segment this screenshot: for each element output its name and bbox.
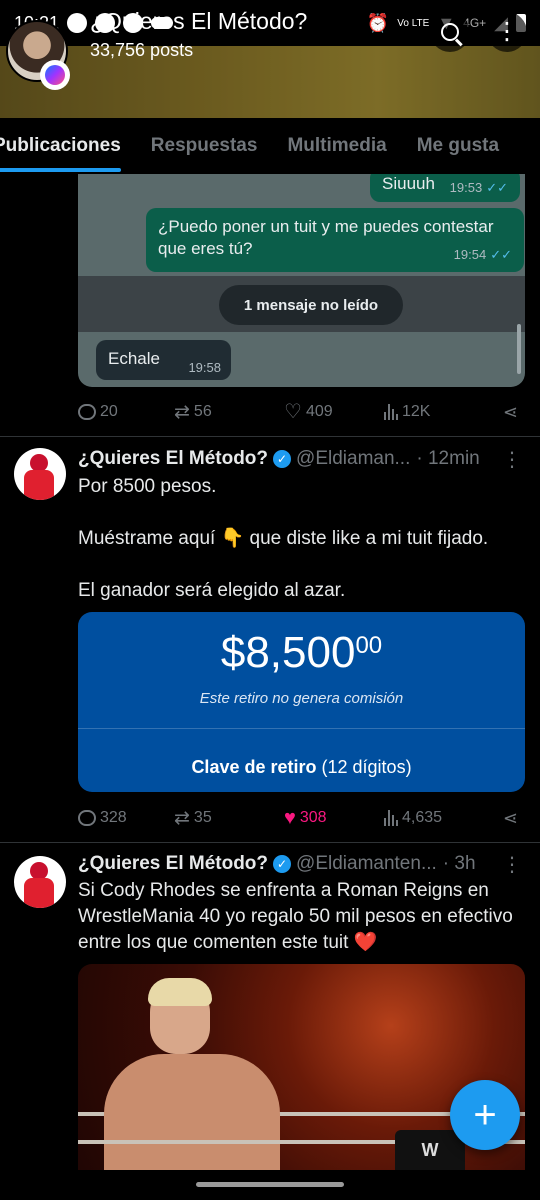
tweet-handle[interactable]: @Eldiamanten... bbox=[296, 853, 437, 875]
tweet-author-name[interactable]: ¿Quieres El Método? bbox=[78, 853, 268, 875]
views-button[interactable]: 4,635 bbox=[384, 809, 488, 827]
withdrawal-amount: $8,50000 bbox=[220, 628, 383, 677]
post-count: 33,756 posts bbox=[90, 40, 194, 60]
volte-icon: Vo LTE bbox=[397, 17, 430, 29]
views-icon bbox=[384, 810, 398, 826]
share-button[interactable]: ⋖ bbox=[503, 402, 518, 423]
tab-publicaciones[interactable]: Publicaciones bbox=[0, 118, 136, 174]
share-icon: ⋖ bbox=[502, 807, 518, 828]
tweet-text: Muéstrame aquí 👇 que diste like a mi tui… bbox=[78, 528, 489, 549]
reply-button[interactable]: 328 bbox=[78, 809, 174, 827]
tweet-header: ¿Quieres El Método? ✓ @Eldiaman... · 12m… bbox=[78, 446, 528, 472]
like-button[interactable]: ♥ 308 bbox=[284, 808, 384, 828]
reply-icon bbox=[78, 404, 96, 420]
views-button[interactable]: 12K bbox=[384, 403, 488, 421]
profile-title: ¿Quieres El Método? bbox=[90, 8, 308, 34]
views-icon bbox=[384, 404, 398, 420]
tweet-header: ¿Quieres El Método? ✓ @Eldiamanten... · … bbox=[78, 851, 528, 877]
wrestler-body bbox=[104, 1054, 280, 1170]
verified-icon: ✓ bbox=[273, 855, 292, 873]
tab-me-gusta[interactable]: Me gusta bbox=[402, 118, 514, 174]
verified-icon: ✓ bbox=[273, 450, 292, 468]
unread-label: 1 mensaje no leído bbox=[219, 285, 403, 325]
wwe-logo: W bbox=[395, 1130, 465, 1170]
unread-band: 1 mensaje no leído bbox=[78, 276, 525, 332]
tweet-image-withdrawal-card[interactable]: $8,50000 Este retiro no genera comisión … bbox=[78, 612, 525, 792]
chat-bubble-time: 19:53 ✓✓ bbox=[449, 180, 508, 195]
heart-filled-icon: ♥ bbox=[284, 807, 296, 829]
share-button[interactable]: ⋖ bbox=[503, 808, 518, 829]
tab-respuestas[interactable]: Respuestas bbox=[136, 118, 273, 174]
share-icon: ⋖ bbox=[502, 401, 518, 422]
profile-header bbox=[0, 46, 540, 118]
tweet-avatar[interactable] bbox=[14, 856, 66, 908]
chat-bubble-outgoing: Siuuuh 19:53 ✓✓ bbox=[370, 174, 520, 202]
gesture-nav-handle[interactable] bbox=[196, 1182, 344, 1187]
retweet-button[interactable]: ⇄ 56 bbox=[174, 403, 284, 422]
heart-icon: ♡ bbox=[284, 401, 302, 423]
plus-icon: + bbox=[473, 1092, 497, 1137]
like-button[interactable]: ♡ 409 bbox=[284, 402, 384, 422]
tweet-actions: 20 ⇄ 56 ♡ 409 12K ⋖ bbox=[78, 397, 518, 427]
chat-scrollbar bbox=[517, 324, 521, 374]
divider bbox=[0, 436, 540, 437]
divider bbox=[0, 842, 540, 843]
whatsapp-icon bbox=[67, 13, 88, 33]
chat-bubble-text: Echale bbox=[108, 349, 160, 368]
tweet-avatar[interactable] bbox=[14, 448, 66, 500]
withdrawal-note: Este retiro no genera comisión bbox=[199, 690, 404, 707]
retweet-button[interactable]: ⇄ 35 bbox=[174, 809, 284, 828]
tweet-author-name[interactable]: ¿Quieres El Método? bbox=[78, 448, 268, 470]
card-divider bbox=[78, 728, 525, 729]
alarm-icon: ⏰ bbox=[366, 12, 390, 33]
chat-bubble-text: ¿Puedo poner un tuit y me puedes contest… bbox=[158, 217, 494, 258]
tweet-actions: 328 ⇄ 35 ♥ 308 4,635 ⋖ bbox=[78, 803, 518, 833]
tweet-handle[interactable]: @Eldiaman... bbox=[296, 448, 410, 470]
chat-bubble-text: Siuuuh bbox=[382, 174, 435, 193]
reply-icon bbox=[78, 810, 96, 826]
withdrawal-key-label: Clave de retiro (12 dígitos) bbox=[191, 757, 412, 777]
tab-multimedia[interactable]: Multimedia bbox=[272, 118, 401, 174]
tweet-image-wrestler[interactable]: W bbox=[78, 964, 525, 1170]
wrestler-hair bbox=[148, 978, 212, 1006]
profile-tabs: Publicaciones Respuestas Multimedia Me g… bbox=[0, 118, 540, 174]
messenger-icon[interactable] bbox=[40, 60, 70, 90]
tweet-time[interactable]: · 12min bbox=[416, 448, 479, 470]
tweet-text: El ganador será elegido al azar. bbox=[78, 580, 346, 601]
chat-bubble-time: 19:54 ✓✓ bbox=[453, 247, 512, 262]
retweet-icon: ⇄ bbox=[174, 401, 190, 423]
chat-bubble-time: 19:58 bbox=[188, 360, 221, 375]
tweet-text: Por 8500 pesos. bbox=[78, 476, 217, 497]
compose-button[interactable]: + bbox=[450, 1080, 520, 1150]
more-options-button[interactable]: ⋮ bbox=[487, 12, 527, 52]
retweet-icon: ⇄ bbox=[174, 807, 190, 829]
chat-bubble-incoming: Echale 19:58 bbox=[96, 340, 231, 380]
reply-button[interactable]: 20 bbox=[78, 403, 174, 421]
more-vertical-icon: ⋮ bbox=[495, 18, 519, 45]
chat-bubble-outgoing: ¿Puedo poner un tuit y me puedes contest… bbox=[146, 208, 524, 272]
search-button[interactable] bbox=[430, 12, 470, 52]
more-icon[interactable]: ⋮ bbox=[502, 447, 528, 472]
tweet-time[interactable]: · 3h bbox=[443, 853, 476, 875]
search-icon bbox=[441, 23, 459, 41]
more-icon[interactable]: ⋮ bbox=[502, 852, 528, 877]
tweet-text: Si Cody Rhodes se enfrenta a Roman Reign… bbox=[78, 880, 513, 953]
tweet-image-chat[interactable]: Siuuuh 19:53 ✓✓ ¿Puedo poner un tuit y me… bbox=[78, 174, 525, 387]
